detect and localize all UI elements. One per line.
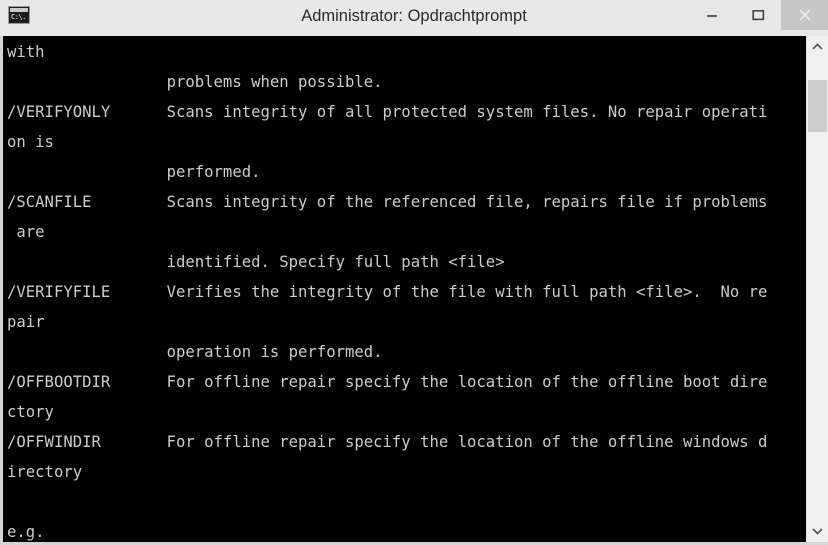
window-controls: [689, 0, 828, 30]
minimize-button[interactable]: [689, 0, 735, 30]
console-line: are: [7, 223, 45, 241]
close-button[interactable]: [781, 0, 828, 30]
console-text-buffer[interactable]: with problems when possible. /VERIFYONLY …: [3, 36, 806, 542]
console-line: e.g.: [7, 523, 45, 541]
console-output-area[interactable]: with problems when possible. /VERIFYONLY …: [0, 36, 828, 545]
console-line: with: [7, 43, 45, 61]
console-line: problems when possible.: [7, 73, 383, 91]
console-line: /VERIFYFILE Verifies the integrity of th…: [7, 283, 768, 301]
maximize-icon: [751, 9, 764, 20]
maximize-button[interactable]: [735, 0, 781, 30]
icon-prompt-glyph: C:\.: [11, 13, 26, 21]
chevron-up-icon: [812, 43, 823, 50]
chevron-down-icon: [812, 528, 823, 535]
console-line: /SCANFILE Scans integrity of the referen…: [7, 193, 768, 211]
minimize-icon: [707, 15, 717, 17]
console-line: pair: [7, 313, 45, 331]
command-prompt-window: C:\. Administrator: Opdrachtprompt with …: [0, 0, 828, 545]
scrollbar-track[interactable]: [807, 58, 828, 520]
icon-title-strip: [10, 8, 28, 12]
console-line: /OFFWINDIR For offline repair specify th…: [7, 433, 768, 451]
scrollbar-thumb[interactable]: [808, 80, 827, 132]
console-line: ctory: [7, 403, 54, 421]
title-bar[interactable]: C:\. Administrator: Opdrachtprompt: [0, 0, 828, 36]
console-line: performed.: [7, 163, 261, 181]
console-line: irectory: [7, 463, 83, 481]
console-line: /VERIFYONLY Scans integrity of all prote…: [7, 103, 768, 121]
console-line: /OFFBOOTDIR For offline repair specify t…: [7, 373, 768, 391]
console-window-icon: C:\.: [8, 6, 30, 24]
console-line: on is: [7, 133, 54, 151]
console-line: identified. Specify full path <file>: [7, 253, 505, 271]
scroll-up-arrow[interactable]: [807, 36, 828, 58]
vertical-scrollbar[interactable]: [806, 36, 828, 542]
console-line: operation is performed.: [7, 343, 383, 361]
close-icon: [798, 9, 811, 21]
scroll-down-arrow[interactable]: [807, 520, 828, 542]
